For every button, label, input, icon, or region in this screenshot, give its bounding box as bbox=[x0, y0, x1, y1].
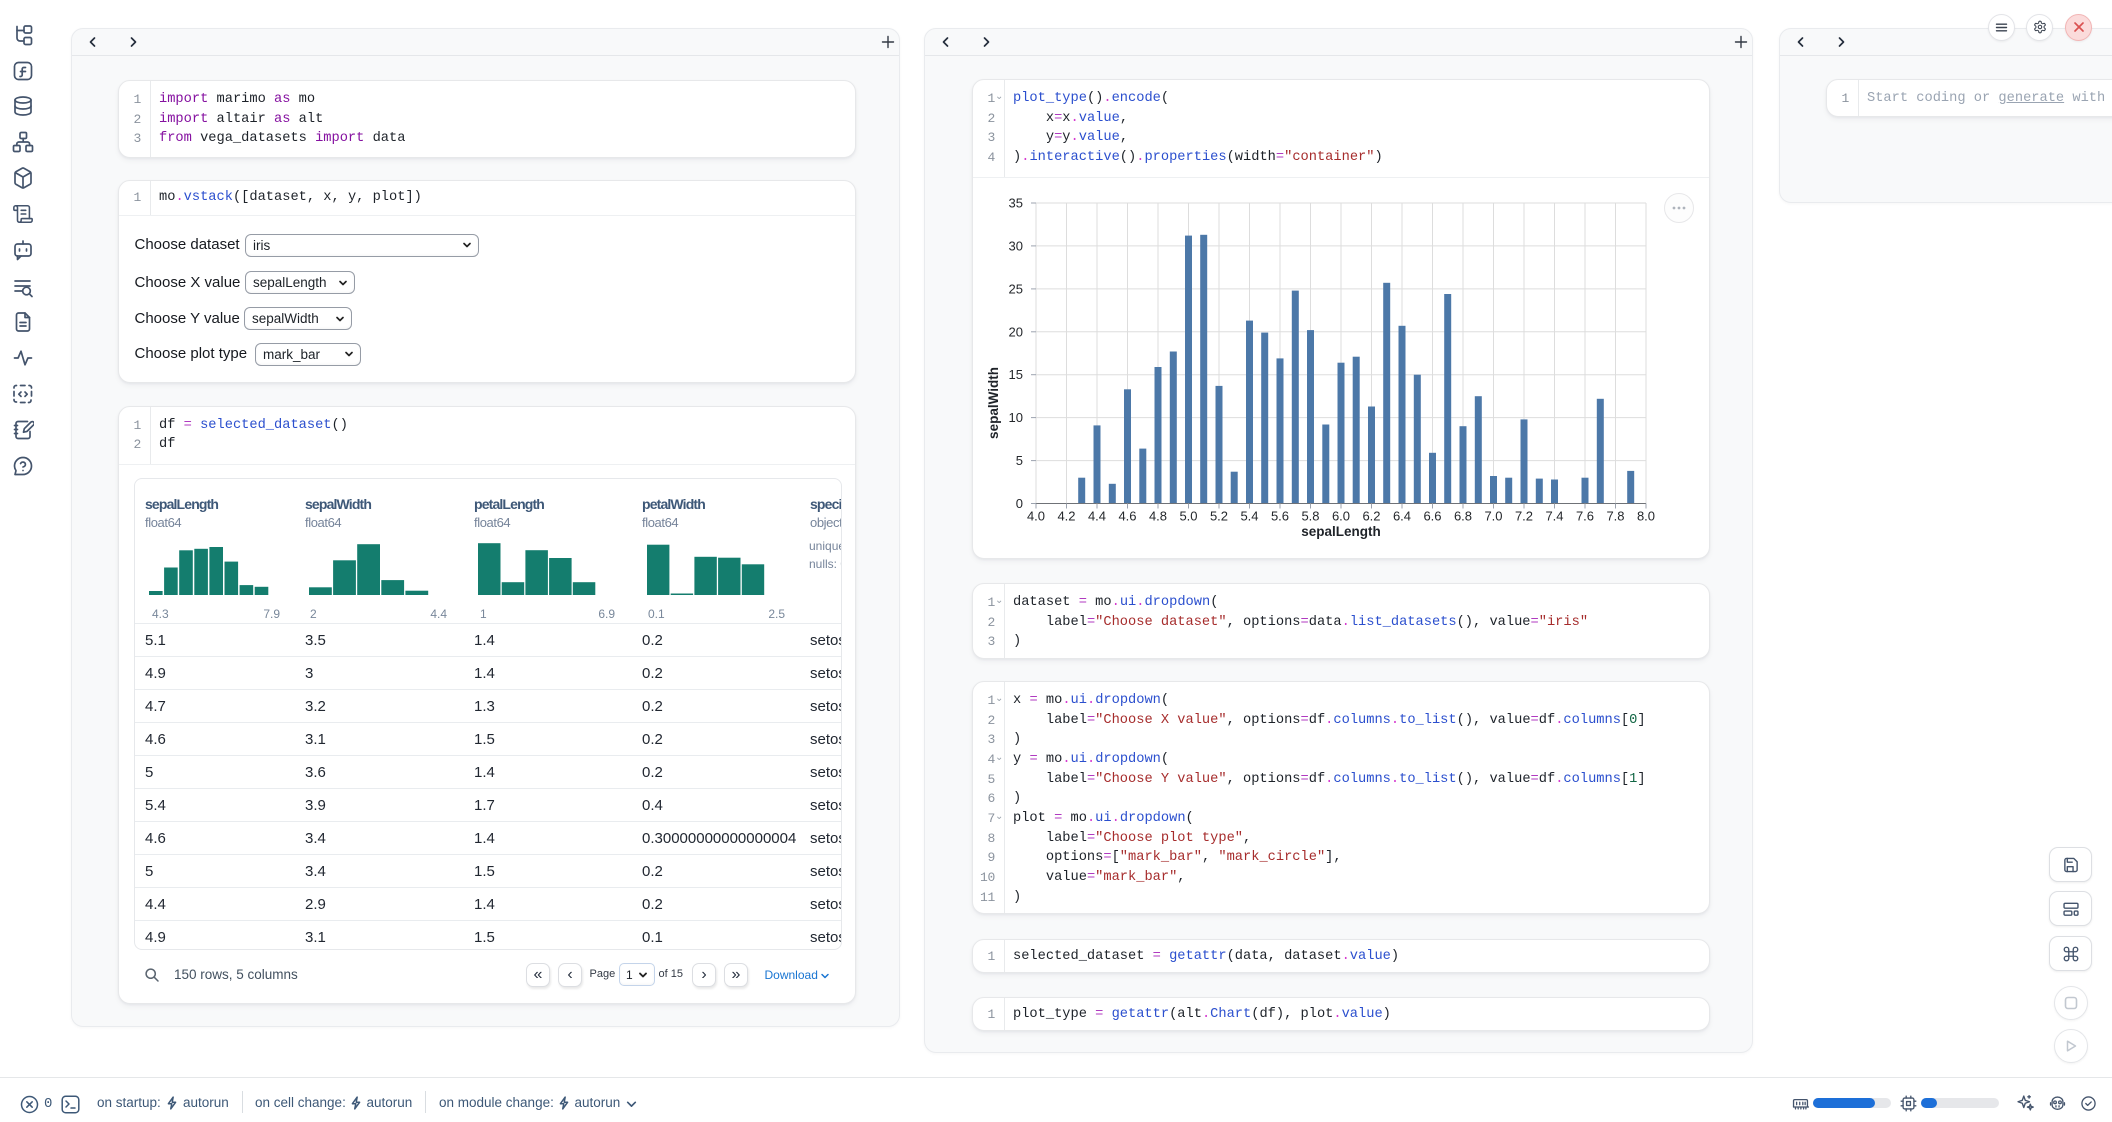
svg-text:7.0: 7.0 bbox=[1484, 509, 1502, 524]
svg-text:6.8: 6.8 bbox=[1454, 509, 1472, 524]
svg-text:5: 5 bbox=[1016, 453, 1023, 468]
svg-text:sepalWidth: sepalWidth bbox=[986, 367, 1001, 439]
svg-text:15: 15 bbox=[1009, 367, 1023, 382]
svg-text:0: 0 bbox=[1016, 496, 1023, 511]
svg-text:25: 25 bbox=[1009, 281, 1023, 296]
svg-text:4.2: 4.2 bbox=[1057, 509, 1075, 524]
svg-text:6.0: 6.0 bbox=[1332, 509, 1350, 524]
svg-text:35: 35 bbox=[1009, 196, 1023, 211]
svg-text:5.0: 5.0 bbox=[1179, 509, 1197, 524]
svg-text:sepalLength: sepalLength bbox=[1301, 524, 1381, 539]
svg-text:30: 30 bbox=[1009, 238, 1023, 253]
svg-text:5.4: 5.4 bbox=[1240, 509, 1258, 524]
svg-text:8.0: 8.0 bbox=[1637, 509, 1655, 524]
svg-text:6.2: 6.2 bbox=[1362, 509, 1380, 524]
svg-text:5.2: 5.2 bbox=[1210, 509, 1228, 524]
svg-text:5.6: 5.6 bbox=[1271, 509, 1289, 524]
svg-text:6.6: 6.6 bbox=[1423, 509, 1441, 524]
svg-text:7.6: 7.6 bbox=[1576, 509, 1594, 524]
svg-text:7.4: 7.4 bbox=[1545, 509, 1563, 524]
svg-text:7.8: 7.8 bbox=[1606, 509, 1624, 524]
svg-text:7.2: 7.2 bbox=[1515, 509, 1533, 524]
svg-text:4.6: 4.6 bbox=[1118, 509, 1136, 524]
svg-text:4.0: 4.0 bbox=[1027, 509, 1045, 524]
svg-text:5.8: 5.8 bbox=[1301, 509, 1319, 524]
svg-text:10: 10 bbox=[1009, 410, 1023, 425]
svg-text:20: 20 bbox=[1009, 324, 1023, 339]
svg-text:6.4: 6.4 bbox=[1393, 509, 1411, 524]
svg-text:4.8: 4.8 bbox=[1149, 509, 1167, 524]
svg-text:4.4: 4.4 bbox=[1088, 509, 1106, 524]
